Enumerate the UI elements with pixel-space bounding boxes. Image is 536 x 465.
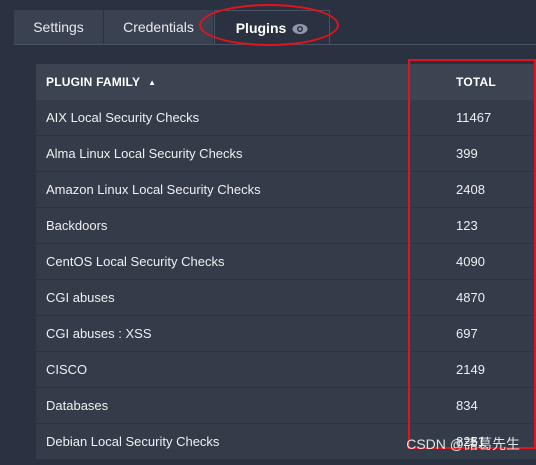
plugin-family-header-label: PLUGIN FAMILY: [46, 75, 141, 89]
plugin-family-cell: CGI abuses : XSS: [46, 326, 152, 341]
table-row[interactable]: AIX Local Security Checks 11467: [36, 100, 536, 136]
plugin-family-cell: Databases: [46, 398, 109, 413]
plugin-family-cell: Alma Linux Local Security Checks: [46, 146, 243, 161]
total-cell: 697: [456, 326, 478, 341]
table-row[interactable]: Debian Local Security Checks 8251: [36, 424, 536, 460]
plugin-family-table: PLUGIN FAMILY ▲ TOTAL AIX Local Security…: [36, 64, 536, 460]
table-row[interactable]: CentOS Local Security Checks 4090: [36, 244, 536, 280]
table-row[interactable]: Databases 834: [36, 388, 536, 424]
table-row[interactable]: CISCO 2149: [36, 352, 536, 388]
total-header-label: TOTAL: [456, 75, 496, 89]
table-row[interactable]: Alma Linux Local Security Checks 399: [36, 136, 536, 172]
total-cell: 4090: [456, 254, 485, 269]
total-cell: 4870: [456, 290, 485, 305]
tab-plugins-label: Plugins: [235, 19, 287, 36]
total-cell: 2149: [456, 362, 485, 377]
plugin-family-cell: CISCO: [46, 362, 88, 377]
tab-credentials[interactable]: Credentials: [104, 10, 214, 44]
total-cell: 8251: [456, 434, 485, 449]
plugin-family-cell: CentOS Local Security Checks: [46, 254, 225, 269]
tab-settings-label: Settings: [33, 19, 84, 35]
plugin-family-cell: CGI abuses: [46, 290, 115, 305]
plugin-family-cell: Backdoors: [46, 218, 108, 233]
tab-plugins[interactable]: Plugins: [214, 10, 330, 44]
plugin-family-cell: Amazon Linux Local Security Checks: [46, 182, 261, 197]
total-cell: 11467: [456, 110, 492, 125]
table-row[interactable]: Amazon Linux Local Security Checks 2408: [36, 172, 536, 208]
total-cell: 123: [456, 218, 478, 233]
total-cell: 2408: [456, 182, 485, 197]
sort-ascending-icon: ▲: [148, 77, 157, 87]
table-header: PLUGIN FAMILY ▲ TOTAL: [36, 64, 536, 100]
total-column-header[interactable]: TOTAL: [446, 75, 496, 89]
table-row[interactable]: Backdoors 123: [36, 208, 536, 244]
tab-bar: Settings Credentials Plugins: [14, 10, 330, 44]
plugin-family-cell: AIX Local Security Checks: [46, 110, 200, 125]
tab-settings[interactable]: Settings: [14, 10, 104, 44]
plugin-family-cell: Debian Local Security Checks: [46, 434, 220, 449]
table-row[interactable]: CGI abuses : XSS 697: [36, 316, 536, 352]
tab-credentials-label: Credentials: [123, 19, 194, 35]
total-cell: 399: [456, 146, 478, 161]
total-cell: 834: [456, 398, 478, 413]
table-row[interactable]: CGI abuses 4870: [36, 280, 536, 316]
eye-icon[interactable]: [292, 22, 308, 34]
plugin-family-column-header[interactable]: PLUGIN FAMILY ▲: [36, 75, 446, 89]
plugins-panel: PLUGIN FAMILY ▲ TOTAL AIX Local Security…: [14, 44, 536, 465]
